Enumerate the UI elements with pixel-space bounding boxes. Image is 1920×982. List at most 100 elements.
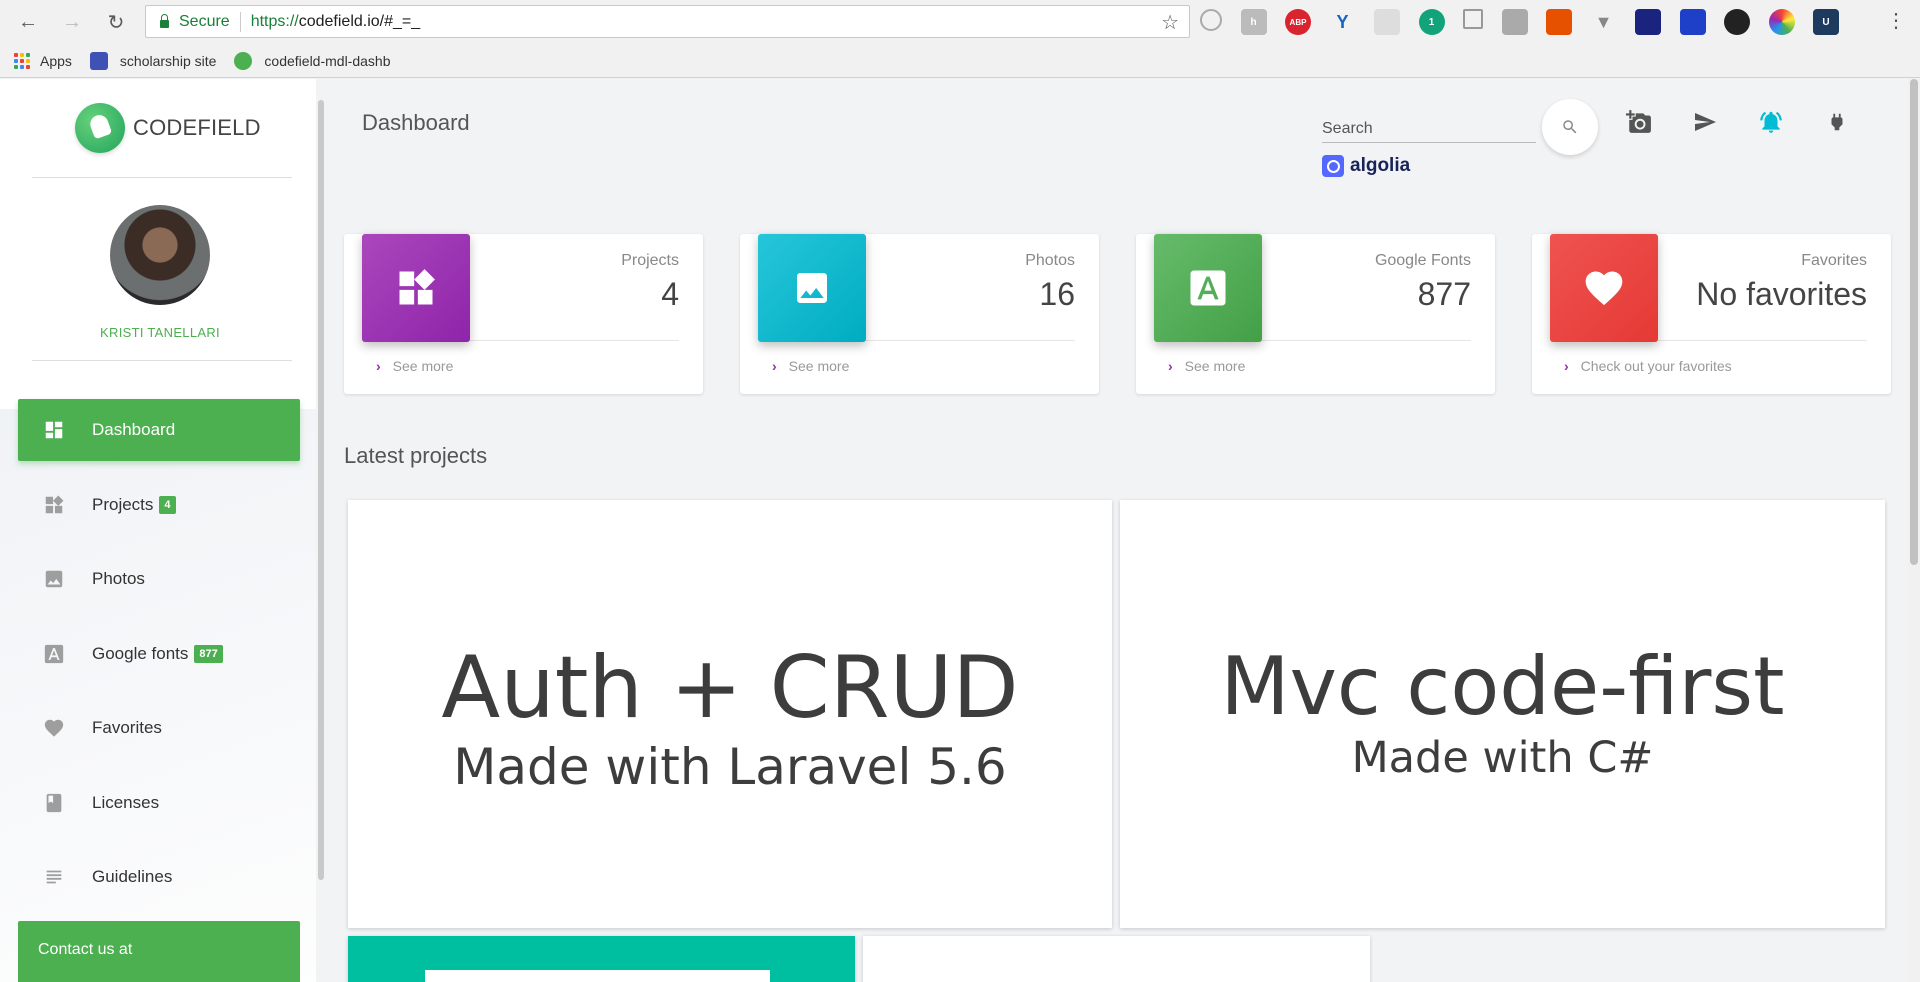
project-card-teal[interactable] bbox=[348, 936, 855, 982]
sidebar-scrollbar[interactable] bbox=[318, 100, 324, 880]
lock-icon bbox=[160, 13, 169, 28]
sidebar-item-favorites[interactable]: Favorites bbox=[18, 697, 300, 759]
sidebar-item-projects[interactable]: Projects 4 bbox=[18, 474, 300, 536]
address-separator bbox=[239, 11, 241, 32]
office-icon[interactable] bbox=[1546, 9, 1572, 35]
address-bar[interactable]: Secure https://codefield.io/#_=_ ☆ bbox=[145, 5, 1190, 38]
link-label: See more bbox=[1184, 358, 1246, 374]
contact-card[interactable]: Contact us at bbox=[18, 921, 300, 982]
divider bbox=[32, 177, 292, 178]
reload-icon[interactable]: ↻ bbox=[102, 8, 130, 36]
page-scrollbar[interactable] bbox=[1908, 79, 1920, 982]
notifications-button[interactable] bbox=[1758, 109, 1784, 135]
image-icon bbox=[45, 570, 63, 588]
extension-h-icon[interactable]: h bbox=[1240, 9, 1267, 35]
bookmark-codefield-dashboard[interactable]: codefield-mdl-dashb bbox=[234, 52, 391, 70]
camera-extension-icon[interactable] bbox=[1374, 9, 1400, 35]
stat-card-favorites: Favorites No favorites › Check out your f… bbox=[1532, 234, 1891, 394]
project-card-mvc-code-first[interactable]: Mvc code-first Made with C# bbox=[1120, 500, 1885, 928]
stat-icon-box bbox=[758, 234, 866, 342]
page-title: Dashboard bbox=[362, 110, 470, 135]
bookmark-apps[interactable]: Apps bbox=[14, 53, 72, 69]
stat-value: 877 bbox=[1417, 276, 1471, 312]
codefield-favicon-icon bbox=[234, 52, 253, 70]
font-icon bbox=[44, 644, 64, 663]
url-scheme: https:// bbox=[250, 12, 299, 30]
extension-grid-icon[interactable] bbox=[1463, 9, 1483, 29]
stat-label: Projects bbox=[621, 252, 679, 269]
stat-icon-box bbox=[1154, 234, 1262, 342]
logo[interactable]: CODEFIELD bbox=[75, 103, 261, 153]
project-card-auth-crud[interactable]: Auth + CRUD Made with Laravel 5.6 bbox=[348, 500, 1112, 928]
subject-icon bbox=[46, 870, 62, 884]
sidebar-item-label: Google fonts bbox=[92, 643, 189, 663]
back-icon[interactable]: ← bbox=[14, 8, 42, 36]
search-input[interactable] bbox=[1322, 115, 1536, 143]
extension-icons: h ABP Y 1 ▼ U bbox=[1200, 9, 1858, 35]
adblock-icon[interactable]: ABP bbox=[1285, 9, 1311, 35]
extension-circle-icon[interactable] bbox=[1200, 9, 1222, 31]
extension-flame-icon[interactable] bbox=[1724, 9, 1750, 35]
bookmark-label: scholarship site bbox=[119, 53, 217, 69]
image-icon bbox=[797, 273, 827, 303]
bookmark-star-icon[interactable]: ☆ bbox=[1161, 10, 1179, 35]
see-more-link[interactable]: › See more bbox=[376, 358, 453, 374]
header-actions bbox=[1626, 109, 1850, 135]
secure-label: Secure bbox=[179, 12, 230, 30]
url-text[interactable]: https://codefield.io/#_=_ bbox=[251, 13, 420, 31]
forward-icon[interactable]: → bbox=[58, 8, 86, 36]
sidebar-item-guidelines[interactable]: Guidelines bbox=[18, 846, 300, 908]
sidebar-item-label: Favorites bbox=[92, 718, 162, 737]
extension-blue-icon[interactable] bbox=[1679, 9, 1706, 35]
stat-value: No favorites bbox=[1696, 276, 1867, 312]
sidebar-item-google-fonts[interactable]: Google fonts 877 bbox=[18, 623, 300, 685]
add-photo-button[interactable] bbox=[1626, 109, 1652, 135]
sidebar-item-label: Photos bbox=[92, 569, 145, 588]
extension-badge-icon[interactable]: 1 bbox=[1418, 9, 1445, 35]
bookmark-label: Apps bbox=[40, 53, 72, 69]
vue-devtools-icon[interactable]: ▼ bbox=[1591, 9, 1617, 35]
project-subtitle: Made with C# bbox=[1351, 733, 1654, 783]
sidebar-item-photos[interactable]: Photos bbox=[18, 548, 300, 610]
sidebar: CODEFIELD KRISTI TANELLARI Dashboard Pro… bbox=[0, 79, 316, 982]
sidebar-item-label: Projects bbox=[92, 494, 154, 514]
chevron-right-icon: › bbox=[1168, 358, 1173, 374]
see-more-link[interactable]: › See more bbox=[1168, 358, 1245, 374]
search-button[interactable] bbox=[1542, 99, 1598, 155]
avatar[interactable] bbox=[110, 205, 210, 305]
extension-screen-icon[interactable] bbox=[1501, 9, 1528, 35]
check-favorites-link[interactable]: › Check out your favorites bbox=[1564, 358, 1732, 374]
scrollbar-thumb[interactable] bbox=[1910, 79, 1918, 565]
algolia-badge[interactable]: algolia bbox=[1322, 155, 1410, 177]
bookmark-scholarship-site[interactable]: scholarship site bbox=[89, 52, 217, 70]
stat-card-google-fonts: Google Fonts 877 › See more bbox=[1136, 234, 1495, 394]
extension-u-icon[interactable]: U bbox=[1813, 9, 1839, 35]
bookmarks-bar: Apps scholarship site codefield-mdl-dash… bbox=[0, 44, 1920, 78]
extension-dark-icon[interactable] bbox=[1635, 9, 1661, 35]
sidebar-item-label: Dashboard bbox=[92, 420, 176, 439]
see-more-link[interactable]: › See more bbox=[772, 358, 849, 374]
url-path: codefield.io/#_=_ bbox=[298, 12, 421, 30]
stat-value: 16 bbox=[1039, 276, 1075, 312]
stat-label: Google Fonts bbox=[1374, 252, 1471, 269]
heart-icon bbox=[1585, 271, 1623, 306]
link-label: See more bbox=[788, 358, 850, 374]
send-button[interactable] bbox=[1692, 109, 1718, 135]
bookmark-label: codefield-mdl-dashb bbox=[264, 53, 391, 69]
dashboard-icon bbox=[45, 421, 63, 439]
sidebar-item-dashboard[interactable]: Dashboard bbox=[18, 399, 300, 461]
link-label: Check out your favorites bbox=[1580, 358, 1732, 374]
browser-menu-icon[interactable]: ⋮ bbox=[1886, 8, 1906, 33]
divider bbox=[32, 360, 292, 361]
stat-label: Photos bbox=[1025, 252, 1075, 269]
send-icon bbox=[1695, 113, 1716, 131]
card-preview bbox=[425, 970, 770, 982]
extension-y-icon[interactable]: Y bbox=[1330, 9, 1356, 35]
power-button[interactable] bbox=[1824, 109, 1850, 135]
sidebar-item-licenses[interactable]: Licenses bbox=[18, 772, 300, 834]
site-icon bbox=[89, 52, 108, 70]
stat-card-photos: Photos 16 › See more bbox=[740, 234, 1099, 394]
color-picker-icon[interactable] bbox=[1768, 9, 1795, 35]
add-a-photo-icon bbox=[1626, 110, 1651, 133]
project-card-white[interactable] bbox=[863, 936, 1370, 982]
